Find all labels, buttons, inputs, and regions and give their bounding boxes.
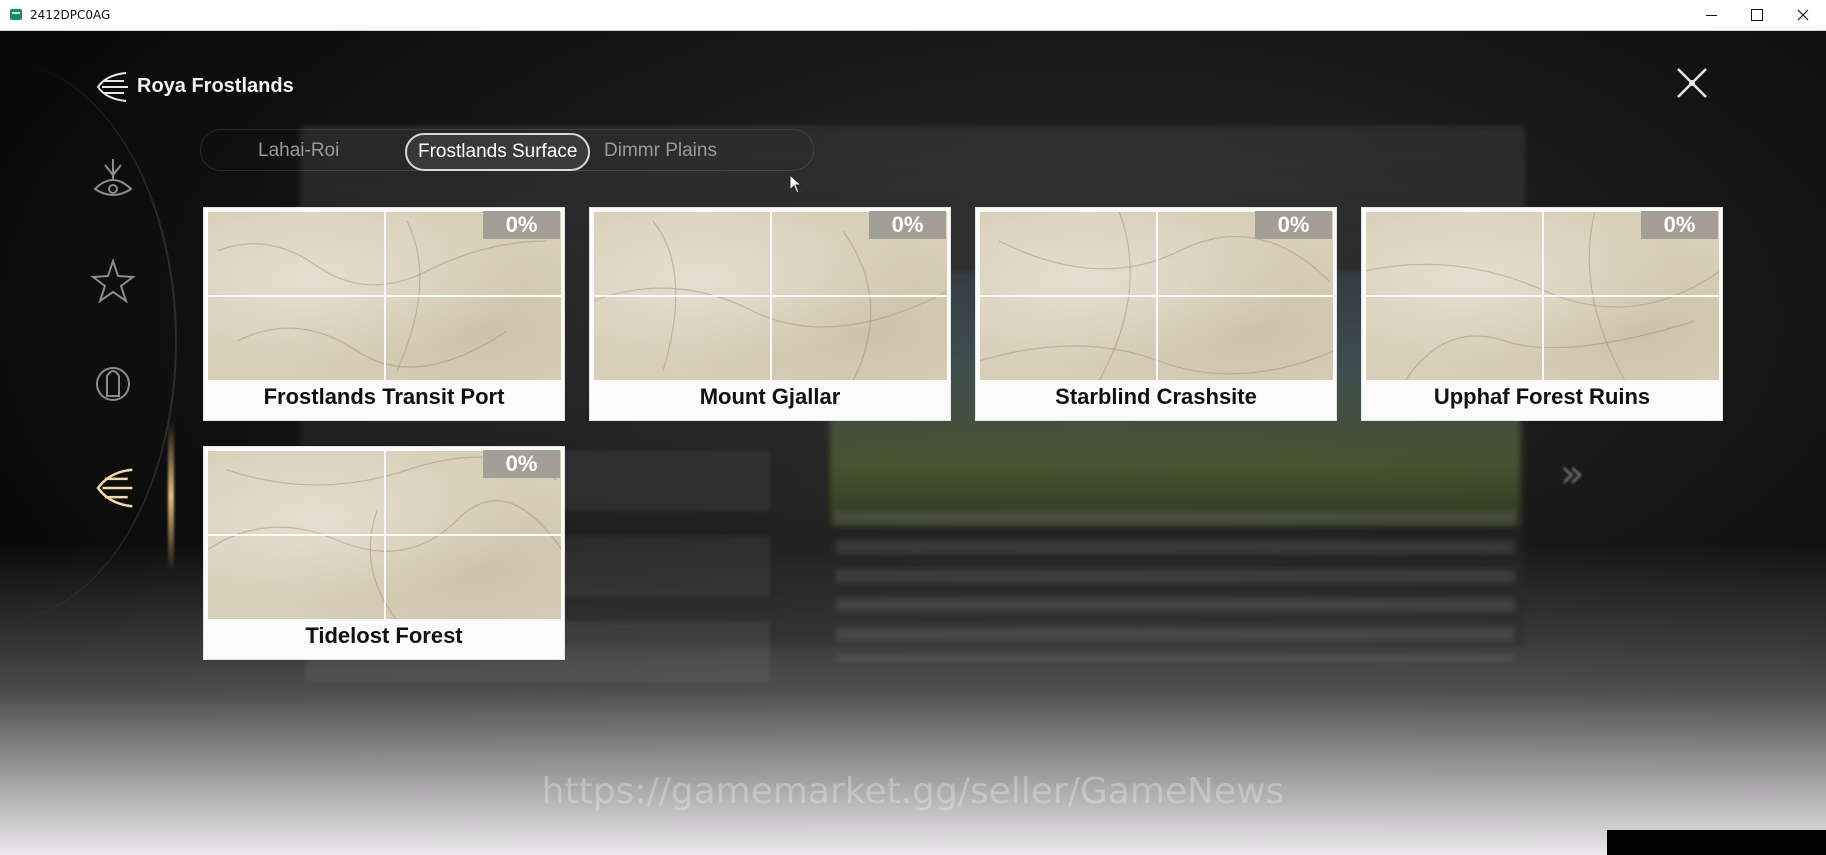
window-titlebar: 2412DPC0AG — [0, 0, 1826, 31]
tab-dimmr-plains[interactable]: Dimmr Plains — [604, 140, 717, 162]
area-card-mount-gjallar[interactable]: 0% Mount Gjallar — [589, 207, 951, 421]
star-emblem-icon — [90, 257, 136, 304]
area-card-frostlands-transit-port[interactable]: 0% Frostlands Transit Port — [203, 207, 565, 421]
sidebar-item-crest[interactable] — [85, 356, 141, 412]
region-tabs: Lahai-Roi Frostlands Surface Dimmr Plain… — [200, 129, 814, 171]
area-card-upphaf-forest-ruins[interactable]: 0% Upphaf Forest Ruins — [1361, 207, 1723, 421]
exploration-progress-badge: 0% — [869, 211, 946, 239]
maximize-button[interactable] — [1734, 0, 1780, 30]
region-title: Roya Frostlands — [137, 75, 294, 97]
tab-frostlands-surface[interactable]: Frostlands Surface — [405, 133, 591, 171]
maximize-icon — [1751, 9, 1763, 21]
sidebar-item-frostlands[interactable] — [82, 456, 146, 520]
app-icon — [10, 9, 22, 20]
window-title: 2412DPC0AG — [30, 8, 111, 22]
frostlands-emblem-icon — [96, 468, 133, 508]
area-name: Starblind Crashsite — [1055, 384, 1257, 409]
black-overlay — [1607, 830, 1826, 855]
close-icon — [1797, 9, 1809, 21]
sidebar-item-serpent[interactable] — [85, 151, 141, 207]
crest-emblem-icon — [96, 367, 130, 401]
sidebar-frame — [0, 61, 177, 621]
next-arrow-icon: » — [1560, 451, 1585, 497]
watermark: https://gamemarket.gg/seller/GameNews — [541, 771, 1285, 812]
area-name: Mount Gjallar — [699, 384, 841, 409]
minimize-icon — [1705, 14, 1717, 16]
exploration-progress-badge: 0% — [1255, 211, 1332, 239]
exploration-progress-badge: 0% — [483, 211, 560, 239]
region-emblem-icon — [96, 72, 128, 102]
area-name: Upphaf Forest Ruins — [1433, 384, 1651, 409]
exploration-progress-badge: 0% — [1641, 211, 1718, 239]
background-description — [835, 511, 1515, 661]
mouse-cursor-icon — [789, 174, 803, 194]
game-viewport: » Roya Frostlands Lahai-Roi Frostlands S… — [0, 31, 1826, 855]
window-close-button[interactable] — [1780, 0, 1826, 30]
exploration-progress-badge: 0% — [483, 450, 560, 478]
sidebar-item-star[interactable] — [85, 253, 141, 309]
area-name: Frostlands Transit Port — [263, 384, 505, 409]
serpent-emblem-icon — [93, 159, 133, 196]
minimize-button[interactable] — [1688, 0, 1734, 30]
area-card-tidelost-forest[interactable]: 0% Tidelost Forest — [203, 446, 565, 660]
tab-lahai-roi[interactable]: Lahai-Roi — [258, 140, 339, 162]
area-name: Tidelost Forest — [305, 623, 463, 648]
area-card-starblind-crashsite[interactable]: 0% Starblind Crashsite — [975, 207, 1337, 421]
sidebar-selection-glow — [168, 421, 174, 571]
close-x-icon[interactable] — [1672, 63, 1712, 103]
